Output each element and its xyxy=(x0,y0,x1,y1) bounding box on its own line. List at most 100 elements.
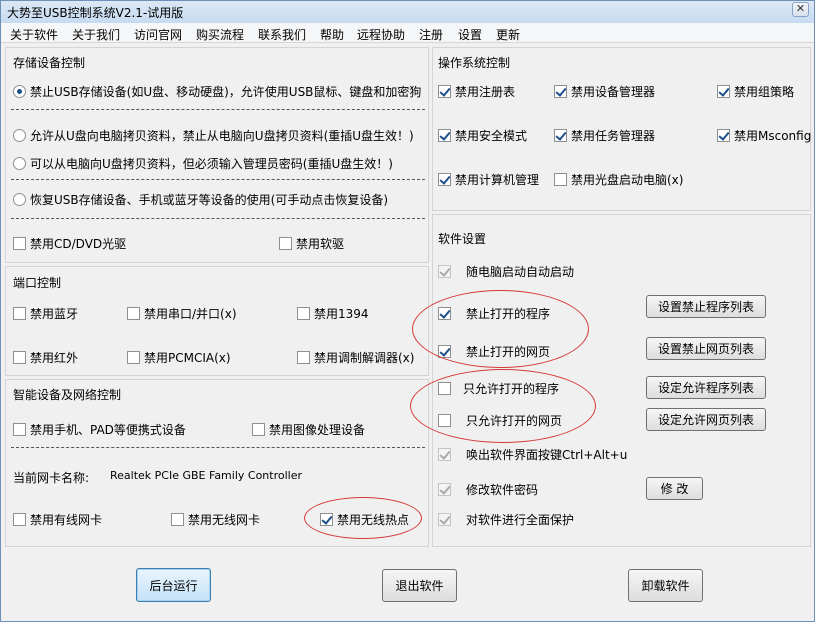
checkbox-label: 禁用光盘启动电脑(x) xyxy=(571,173,684,187)
disable-safe-mode-checkbox[interactable]: 禁用安全模式 xyxy=(438,127,527,144)
checkbox-icon[interactable] xyxy=(438,307,451,320)
divider xyxy=(11,179,425,180)
checkbox-label: 禁用PCMCIA(x) xyxy=(144,351,231,365)
checkbox-icon[interactable] xyxy=(438,414,451,427)
disable-floppy-checkbox[interactable]: 禁用软驱 xyxy=(279,235,344,252)
checkbox-icon[interactable] xyxy=(438,448,451,461)
disable-pcmcia-checkbox[interactable]: 禁用PCMCIA(x) xyxy=(127,349,231,366)
disable-registry-checkbox[interactable]: 禁用注册表 xyxy=(438,83,515,100)
radio-icon[interactable] xyxy=(13,129,26,142)
checkbox-icon[interactable] xyxy=(13,423,26,436)
set-block-programs-button[interactable]: 设置禁止程序列表 xyxy=(646,295,766,318)
checkbox-icon[interactable] xyxy=(554,173,567,186)
disable-wired-checkbox[interactable]: 禁用有线网卡 xyxy=(13,511,102,528)
radio-icon[interactable] xyxy=(13,193,26,206)
allow-programs-checkbox[interactable]: 只允许打开的程序 xyxy=(438,380,559,397)
checkbox-icon[interactable] xyxy=(297,351,310,364)
checkbox-icon[interactable] xyxy=(554,85,567,98)
block-web-checkbox[interactable]: 禁止打开的网页 xyxy=(438,343,550,360)
checkbox-label: 禁用图像处理设备 xyxy=(269,423,366,437)
radio-icon[interactable] xyxy=(13,157,26,170)
checkbox-icon[interactable] xyxy=(438,129,451,142)
checkbox-icon[interactable] xyxy=(13,513,26,526)
checkbox-label: 禁用设备管理器 xyxy=(571,85,656,99)
checkbox-label: 禁用串口/并口(x) xyxy=(144,307,237,321)
checkbox-icon[interactable] xyxy=(127,307,140,320)
checkbox-icon[interactable] xyxy=(127,351,140,364)
checkbox-icon[interactable] xyxy=(438,483,451,496)
storage-option-3[interactable]: 可以从电脑向U盘拷贝资料，但必须输入管理员密码(重插U盘生效！) xyxy=(13,155,393,172)
run-background-button[interactable]: 后台运行 xyxy=(136,568,211,602)
set-allow-programs-button[interactable]: 设定允许程序列表 xyxy=(646,376,766,399)
menu-remote[interactable]: 远程协助 xyxy=(357,26,405,43)
disable-wireless-checkbox[interactable]: 禁用无线网卡 xyxy=(171,511,260,528)
allow-web-checkbox[interactable]: 只允许打开的网页 xyxy=(438,412,562,429)
checkbox-label: 禁用软驱 xyxy=(296,237,345,251)
checkbox-icon[interactable] xyxy=(438,513,451,526)
disable-bluetooth-checkbox[interactable]: 禁用蓝牙 xyxy=(13,305,78,322)
checkbox-icon[interactable] xyxy=(438,85,451,98)
disable-serial-checkbox[interactable]: 禁用串口/并口(x) xyxy=(127,305,237,322)
storage-option-2[interactable]: 允许从U盘向电脑拷贝资料，禁止从电脑向U盘拷贝资料(重插U盘生效！) xyxy=(13,127,414,144)
protect-checkbox[interactable]: 对软件进行全面保护 xyxy=(438,511,574,528)
storage-option-label: 恢复USB存储设备、手机或蓝牙等设备的使用(可手动点击恢复设备) xyxy=(30,193,388,207)
window-title: 大势至USB控制系统V2.1-试用版 xyxy=(7,6,184,20)
checkbox-icon[interactable] xyxy=(438,173,451,186)
disable-cd-checkbox[interactable]: 禁用CD/DVD光驱 xyxy=(13,235,126,252)
title-bar: 大势至USB控制系统V2.1-试用版 ✕ xyxy=(1,1,814,23)
menu-about-us[interactable]: 关于我们 xyxy=(72,26,120,43)
exit-button[interactable]: 退出软件 xyxy=(382,569,457,602)
checkbox-icon[interactable] xyxy=(13,351,26,364)
menu-update[interactable]: 更新 xyxy=(496,26,520,43)
checkbox-label: 禁用计算机管理 xyxy=(455,173,540,187)
set-allow-web-button[interactable]: 设定允许网页列表 xyxy=(646,408,766,431)
checkbox-icon[interactable] xyxy=(13,237,26,250)
menu-contact[interactable]: 联系我们 xyxy=(258,26,306,43)
checkbox-icon[interactable] xyxy=(320,513,333,526)
menu-about-software[interactable]: 关于软件 xyxy=(10,26,58,43)
disable-infrared-checkbox[interactable]: 禁用红外 xyxy=(13,349,78,366)
password-checkbox[interactable]: 修改软件密码 xyxy=(438,481,538,498)
disable-task-manager-checkbox[interactable]: 禁用任务管理器 xyxy=(554,127,655,144)
storage-option-label: 可以从电脑向U盘拷贝资料，但必须输入管理员密码(重插U盘生效！) xyxy=(30,157,393,171)
storage-option-4[interactable]: 恢复USB存储设备、手机或蓝牙等设备的使用(可手动点击恢复设备) xyxy=(13,191,388,208)
checkbox-icon[interactable] xyxy=(171,513,184,526)
checkbox-icon[interactable] xyxy=(717,85,730,98)
menu-register[interactable]: 注册 xyxy=(419,26,443,43)
checkbox-icon[interactable] xyxy=(717,129,730,142)
disable-msconfig-checkbox[interactable]: 禁用Msconfig xyxy=(717,127,811,144)
checkbox-icon[interactable] xyxy=(438,382,451,395)
menu-website[interactable]: 访问官网 xyxy=(134,26,182,43)
checkbox-icon[interactable] xyxy=(438,265,451,278)
disable-mobile-checkbox[interactable]: 禁用手机、PAD等便携式设备 xyxy=(13,421,186,438)
disable-group-policy-checkbox[interactable]: 禁用组策略 xyxy=(717,83,794,100)
checkbox-icon[interactable] xyxy=(13,307,26,320)
autostart-checkbox[interactable]: 随电脑启动自动启动 xyxy=(438,263,574,280)
disable-modem-checkbox[interactable]: 禁用调制解调器(x) xyxy=(297,349,414,366)
disable-cd-boot-checkbox[interactable]: 禁用光盘启动电脑(x) xyxy=(554,171,683,188)
set-block-web-button[interactable]: 设置禁止网页列表 xyxy=(646,337,766,360)
disable-hotspot-checkbox[interactable]: 禁用无线热点 xyxy=(320,511,409,528)
checkbox-label: 修改软件密码 xyxy=(466,483,539,497)
checkbox-label: 禁用红外 xyxy=(30,351,79,365)
close-button[interactable]: ✕ xyxy=(792,2,809,17)
checkbox-icon[interactable] xyxy=(438,345,451,358)
uninstall-button[interactable]: 卸载软件 xyxy=(628,569,703,602)
block-programs-checkbox[interactable]: 禁止打开的程序 xyxy=(438,305,550,322)
checkbox-icon[interactable] xyxy=(252,423,265,436)
change-password-button[interactable]: 修 改 xyxy=(646,477,703,500)
checkbox-label: 禁止打开的网页 xyxy=(466,345,551,359)
storage-option-1[interactable]: 禁止USB存储设备(如U盘、移动硬盘)，允许使用USB鼠标、键盘和加密狗 xyxy=(13,83,421,100)
menu-help[interactable]: 帮助 xyxy=(320,26,344,43)
disable-computer-management-checkbox[interactable]: 禁用计算机管理 xyxy=(438,171,539,188)
disable-1394-checkbox[interactable]: 禁用1394 xyxy=(297,305,369,322)
checkbox-icon[interactable] xyxy=(297,307,310,320)
menu-purchase[interactable]: 购买流程 xyxy=(196,26,244,43)
hotkey-checkbox[interactable]: 唤出软件界面按键Ctrl+Alt+u xyxy=(438,446,627,463)
disable-imaging-checkbox[interactable]: 禁用图像处理设备 xyxy=(252,421,365,438)
disable-device-manager-checkbox[interactable]: 禁用设备管理器 xyxy=(554,83,655,100)
menu-settings[interactable]: 设置 xyxy=(458,26,482,43)
checkbox-icon[interactable] xyxy=(554,129,567,142)
checkbox-icon[interactable] xyxy=(279,237,292,250)
radio-icon[interactable] xyxy=(13,85,26,98)
